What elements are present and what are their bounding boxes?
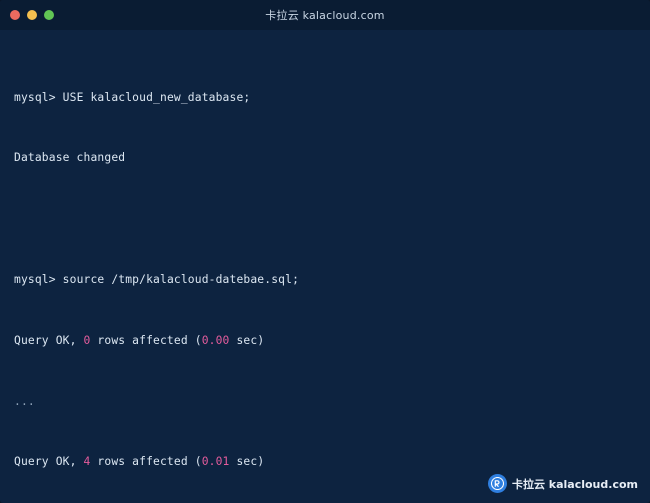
terminal-window: 卡拉云 kalacloud.com mysql> USE kalacloud_n…: [0, 0, 650, 503]
terminal-line-query-ok-1: Query OK, 0 rows affected (0.00 sec): [14, 333, 636, 348]
output-text: Database changed: [14, 151, 126, 165]
terminal-line-query-ok-2: Query OK, 4 rows affected (0.01 sec): [14, 454, 636, 469]
window-titlebar: 卡拉云 kalacloud.com: [0, 0, 650, 30]
maximize-button[interactable]: [44, 10, 54, 20]
window-title: 卡拉云 kalacloud.com: [265, 9, 385, 22]
command-text: source /tmp/kalacloud-datebae.sql;: [55, 273, 300, 287]
close-button[interactable]: [10, 10, 20, 20]
terminal-line-database-changed: Database changed: [14, 150, 636, 165]
query-ok-prefix: Query OK,: [14, 455, 84, 469]
query-ok-suffix: sec): [229, 455, 265, 469]
terminal-line-source-command: mysql> source /tmp/kalacloud-datebae.sql…: [14, 272, 636, 287]
query-duration: 0.01: [201, 455, 230, 469]
query-ok-suffix: sec): [229, 333, 265, 347]
query-ok-mid: rows affected (: [90, 455, 202, 469]
query-ok-prefix: Query OK,: [14, 333, 84, 347]
prompt-label: mysql>: [14, 90, 56, 104]
window-controls: [10, 10, 54, 20]
terminal-line-use-command: mysql> USE kalacloud_new_database;: [14, 90, 636, 105]
prompt-label: mysql>: [14, 273, 56, 287]
minimize-button[interactable]: [27, 10, 37, 20]
query-ok-mid: rows affected (: [90, 333, 202, 347]
terminal-line-ellipsis: ...: [14, 394, 636, 409]
ellipsis-text: ...: [14, 394, 35, 408]
command-text: USE kalacloud_new_database;: [55, 90, 251, 104]
terminal-output[interactable]: mysql> USE kalacloud_new_database; Datab…: [0, 30, 650, 503]
query-duration: 0.00: [201, 333, 230, 347]
